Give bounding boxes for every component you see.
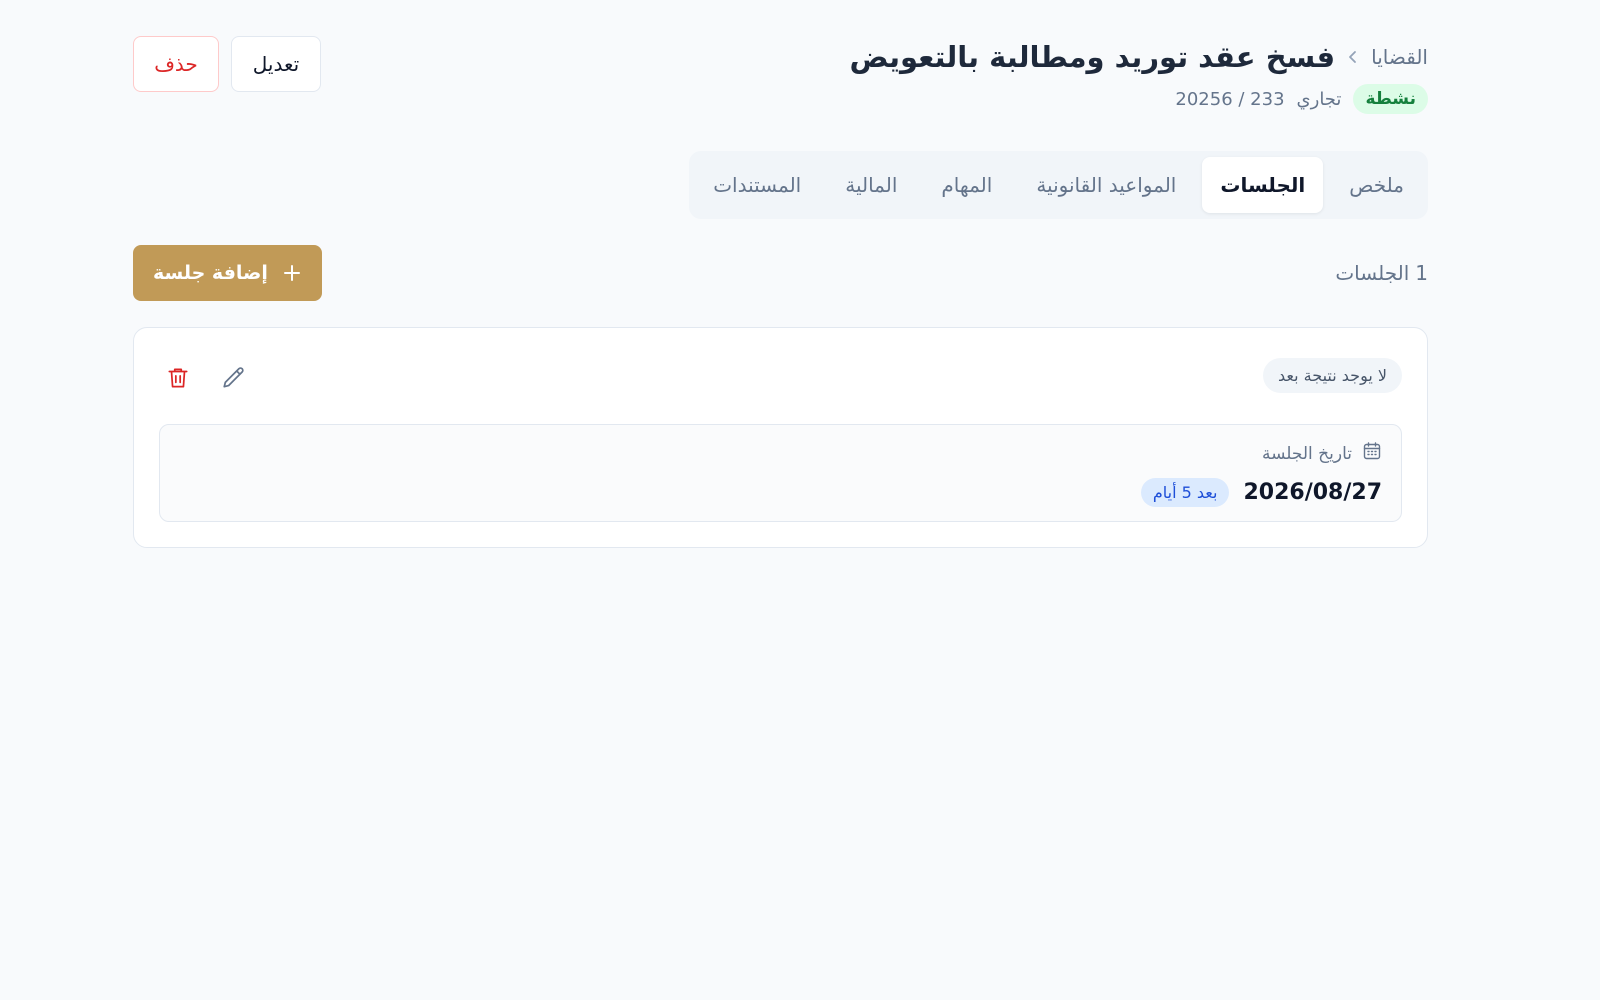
tab-sessions[interactable]: الجلسات [1202, 157, 1324, 213]
session-card: لا يوجد نتيجة بعد تاريخ الجلسة 2026/08/2… [133, 327, 1428, 548]
session-date: 2026/08/27 [1243, 480, 1382, 505]
chevron-left-icon [1347, 50, 1359, 64]
tab-summary[interactable]: ملخص [1331, 157, 1422, 213]
session-date-label: تاريخ الجلسة [1261, 443, 1352, 464]
sessions-count-number: 1 [1415, 261, 1428, 285]
session-card-actions [159, 359, 253, 397]
case-tabs: ملخص الجلسات المواعيد القانونية المهام ا… [689, 151, 1428, 219]
tab-finance[interactable]: المالية [827, 157, 915, 213]
tab-documents[interactable]: المستندات [695, 157, 819, 213]
breadcrumb: القضايا فسخ عقد توريد ومطالبة بالتعويض [850, 36, 1428, 78]
session-date-value-row: 2026/08/27 بعد 5 أيام [179, 478, 1382, 507]
status-badge: نشطة [1353, 84, 1428, 114]
title-block: القضايا فسخ عقد توريد ومطالبة بالتعويض ن… [850, 36, 1428, 114]
page-title: فسخ عقد توريد ومطالبة بالتعويض [849, 40, 1336, 74]
breadcrumb-cases-link[interactable]: القضايا [1371, 45, 1428, 69]
sessions-section-header: 1 الجلسات إضافة جلسة [133, 245, 1428, 301]
session-date-box: تاريخ الجلسة 2026/08/27 بعد 5 أيام [159, 424, 1402, 522]
session-card-header: لا يوجد نتيجة بعد [159, 352, 1402, 404]
case-meta: نشطة تجاري 20256 / 233 [1175, 84, 1428, 114]
pencil-icon[interactable] [215, 359, 253, 397]
case-type: تجاري [1296, 88, 1342, 110]
edit-button[interactable]: تعديل [231, 36, 321, 92]
tab-tasks[interactable]: المهام [923, 157, 1010, 213]
delete-button[interactable]: حذف [133, 36, 219, 92]
sessions-count: 1 الجلسات [1335, 261, 1428, 285]
session-relative-badge: بعد 5 أيام [1140, 478, 1230, 507]
plus-icon [282, 263, 302, 283]
calendar-icon [1362, 441, 1382, 466]
case-number: 20256 / 233 [1175, 88, 1285, 110]
header-actions: تعديل حذف [133, 36, 321, 92]
case-details-page: القضايا فسخ عقد توريد ومطالبة بالتعويض ن… [0, 0, 1600, 1000]
tab-legal-deadlines[interactable]: المواعيد القانونية [1018, 157, 1194, 213]
session-result-badge: لا يوجد نتيجة بعد [1263, 357, 1402, 393]
session-date-field-label: تاريخ الجلسة [179, 441, 1382, 466]
sessions-count-label: الجلسات [1335, 261, 1410, 285]
add-session-button[interactable]: إضافة جلسة [133, 245, 322, 301]
trash-icon[interactable] [159, 359, 197, 397]
add-session-label: إضافة جلسة [153, 262, 268, 284]
page-header: القضايا فسخ عقد توريد ومطالبة بالتعويض ن… [133, 36, 1428, 114]
